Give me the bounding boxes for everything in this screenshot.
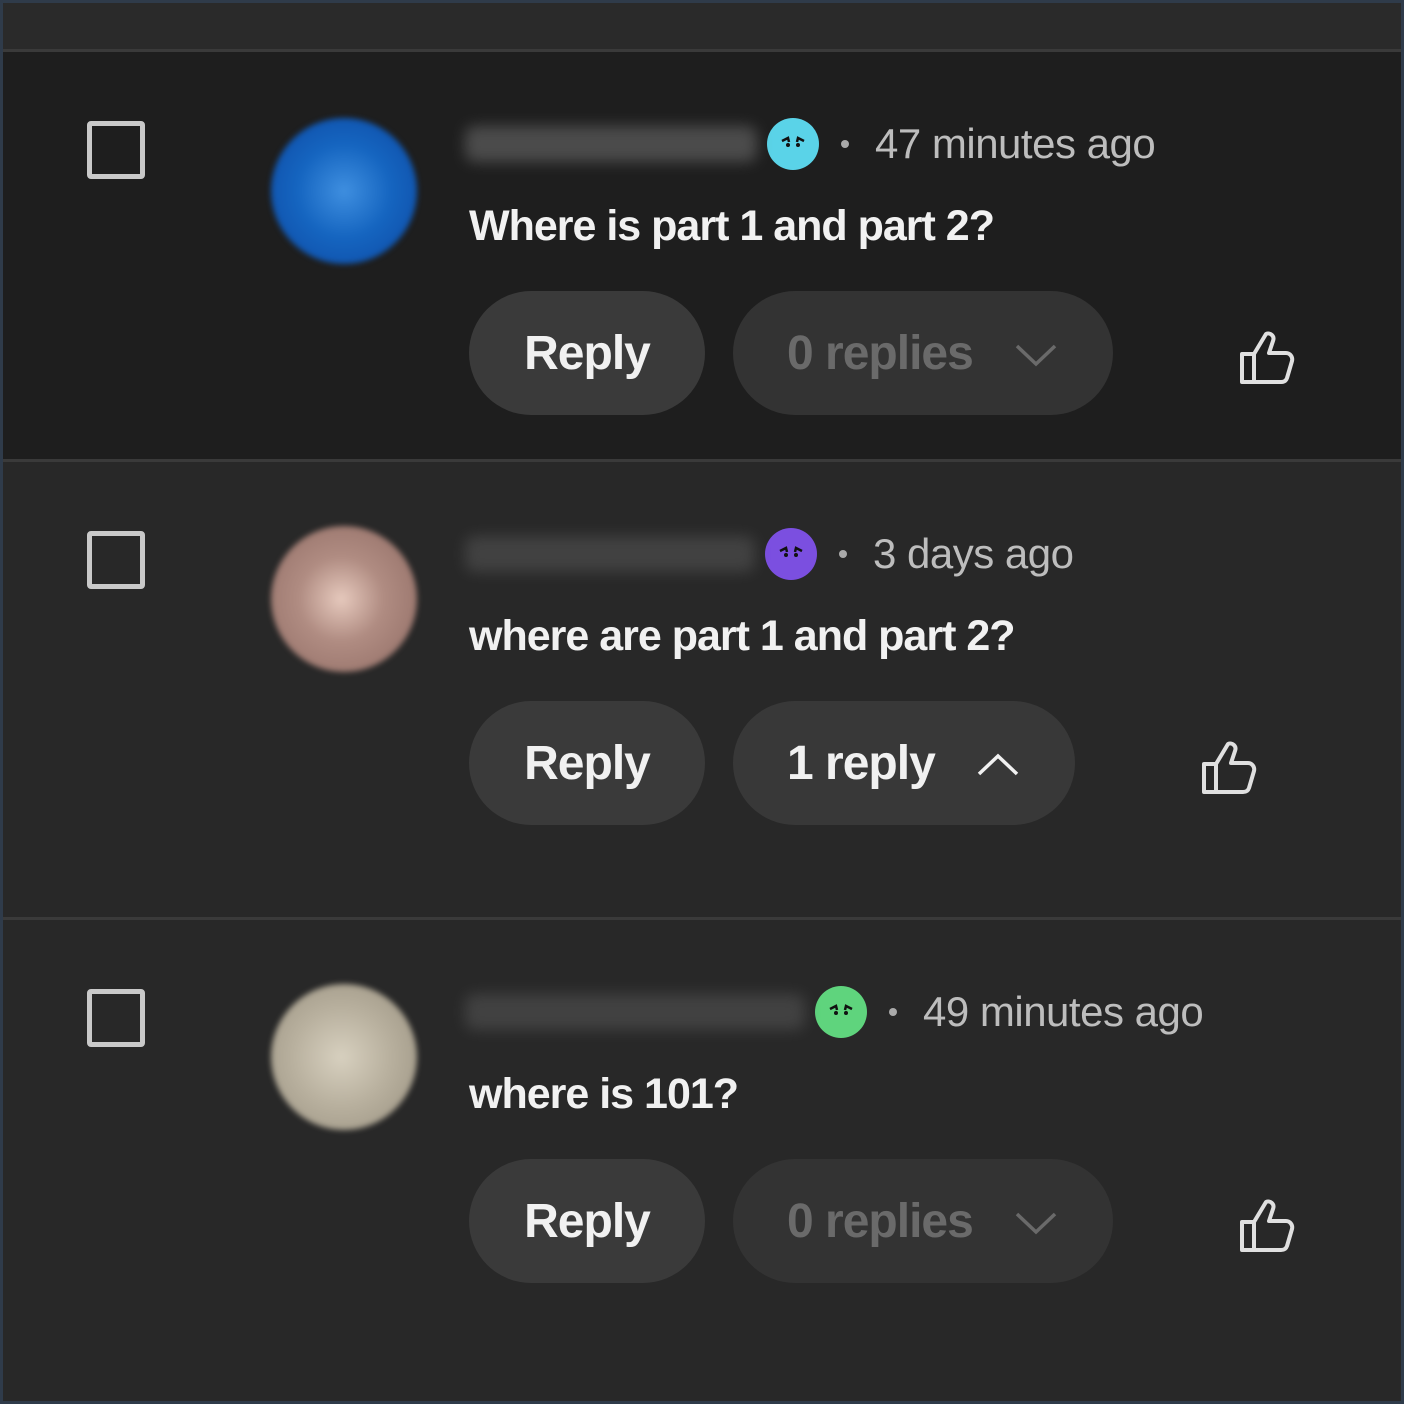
comment-timestamp[interactable]: 49 minutes ago (923, 988, 1204, 1036)
select-checkbox[interactable] (87, 121, 145, 179)
comment-header: 47 minutes ago (465, 114, 1156, 174)
avatar (271, 526, 417, 672)
avatar (271, 984, 417, 1130)
separator-dot (841, 140, 849, 148)
member-badge-icon (765, 528, 817, 580)
comment-item: 49 minutes ago where is 101? Reply 0 rep… (3, 920, 1401, 1401)
author-name-blurred[interactable] (465, 994, 805, 1030)
comment-header: 3 days ago (465, 524, 1074, 584)
select-checkbox[interactable] (87, 531, 145, 589)
comment-timestamp[interactable]: 47 minutes ago (875, 120, 1156, 168)
comment-item: 3 days ago where are part 1 and part 2? … (3, 462, 1401, 917)
comment-timestamp[interactable]: 3 days ago (873, 530, 1074, 578)
thumbs-up-icon[interactable] (1237, 328, 1299, 390)
thumbs-up-icon[interactable] (1237, 1196, 1299, 1258)
replies-toggle-button[interactable]: 0 replies (733, 291, 1113, 415)
member-badge-icon (815, 986, 867, 1038)
separator-dot (889, 1008, 897, 1016)
replies-count-label: 0 replies (787, 1194, 974, 1248)
replies-toggle-button[interactable]: 0 replies (733, 1159, 1113, 1283)
author-name-blurred[interactable] (465, 536, 755, 572)
chevron-up-icon (977, 753, 1018, 776)
author-name-blurred[interactable] (465, 126, 757, 162)
comment-item: 47 minutes ago Where is part 1 and part … (3, 52, 1401, 459)
replies-toggle-button[interactable]: 1 reply (733, 701, 1075, 825)
comment-text: where is 101? (469, 1070, 739, 1118)
chevron-down-icon (1015, 1212, 1057, 1235)
thumbs-up-icon[interactable] (1199, 738, 1261, 800)
avatar (271, 118, 417, 264)
comment-list-window: 47 minutes ago Where is part 1 and part … (0, 0, 1404, 1404)
reply-button[interactable]: Reply (469, 1159, 705, 1283)
separator-dot (839, 550, 847, 558)
replies-count-label: 1 reply (787, 736, 936, 790)
select-checkbox[interactable] (87, 989, 145, 1047)
member-badge-icon (767, 118, 819, 170)
comment-text: Where is part 1 and part 2? (469, 202, 995, 250)
reply-button[interactable]: Reply (469, 701, 705, 825)
chevron-down-icon (1015, 344, 1057, 367)
comment-header: 49 minutes ago (465, 982, 1204, 1042)
reply-button[interactable]: Reply (469, 291, 705, 415)
replies-count-label: 0 replies (787, 326, 974, 380)
top-bar (3, 3, 1401, 52)
comment-text: where are part 1 and part 2? (469, 612, 1016, 660)
